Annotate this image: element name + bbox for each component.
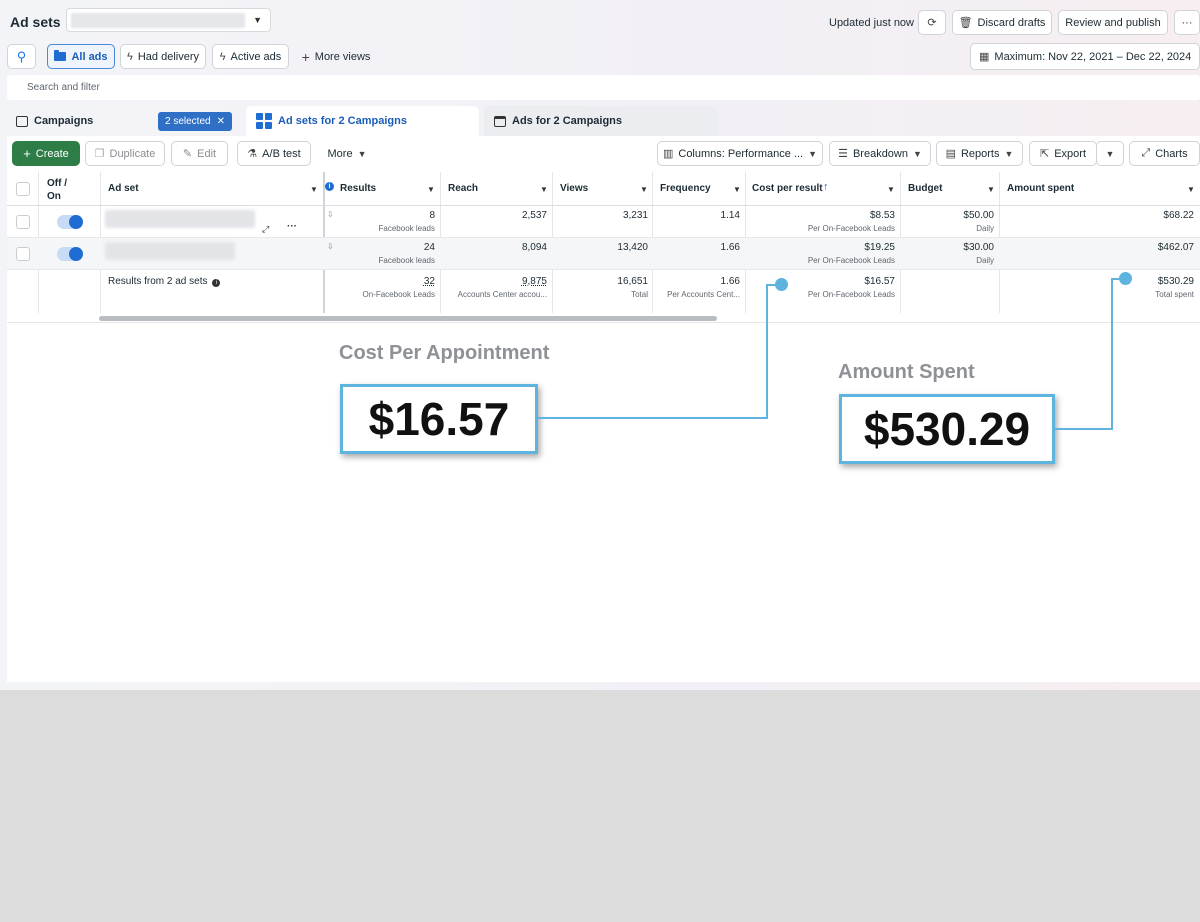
create-button[interactable]: + Create: [12, 141, 80, 166]
header-results[interactable]: Results: [340, 183, 376, 194]
chart-icon[interactable]: ⤢: [262, 224, 269, 235]
adset-toggle[interactable]: [57, 247, 83, 261]
reports-icon: ▤: [945, 148, 956, 160]
duplicate-button[interactable]: ❐ Duplicate: [85, 141, 165, 166]
adset-name-redacted[interactable]: [105, 210, 255, 228]
close-icon[interactable]: ✕: [217, 116, 225, 127]
header-cost-per-result[interactable]: Cost per result: [752, 183, 823, 194]
grid-icon: [256, 113, 272, 129]
totals-label: Results from 2 ad sets i: [108, 276, 221, 287]
tab-ads[interactable]: Ads for 2 Campaigns: [484, 106, 718, 136]
search-filter-input[interactable]: Search and filter: [7, 75, 1200, 100]
reports-button[interactable]: ▤ Reports ▼: [936, 141, 1023, 166]
adset-toggle[interactable]: [57, 215, 83, 229]
date-range-picker[interactable]: ▦ Maximum: Nov 22, 2021 – Dec 22, 2024 ▼: [970, 43, 1200, 70]
chart-icon: ⤢: [1141, 147, 1151, 159]
caret-down-icon[interactable]: ▼: [733, 185, 741, 194]
info-icon[interactable]: i: [212, 279, 221, 287]
breakdown-icon: ☰: [838, 148, 848, 160]
caret-down-icon[interactable]: ▼: [310, 185, 318, 194]
plus-icon: +: [23, 146, 31, 161]
select-all-checkbox[interactable]: [16, 182, 30, 196]
download-icon: ⇩: [327, 210, 334, 219]
more-button[interactable]: More ▼: [319, 141, 375, 166]
pencil-icon: ✎: [182, 148, 193, 160]
header-budget[interactable]: Budget: [908, 183, 942, 194]
plus-icon: +: [301, 48, 310, 65]
caret-down-icon: ▼: [1105, 148, 1115, 159]
more-icon[interactable]: ···: [287, 221, 297, 232]
edit-button[interactable]: ✎ Edit: [171, 141, 228, 166]
ab-test-button[interactable]: ⚗ A/B test: [237, 141, 311, 166]
more-views-button[interactable]: + More views: [295, 44, 377, 69]
folder-outline-icon: [16, 115, 28, 127]
header-frequency[interactable]: Frequency: [660, 183, 711, 194]
charts-button[interactable]: ⤢ Charts: [1129, 141, 1200, 166]
calendar-icon: ▦: [979, 51, 990, 63]
caret-down-icon: ▼: [1004, 148, 1014, 159]
sort-arrow-icon: ↑: [823, 181, 829, 193]
ads-manager-window: Ad sets ▼ Updated just now ⟳ 🗑 Discard d…: [0, 0, 1200, 690]
export-menu-button[interactable]: ▼: [1096, 141, 1124, 166]
caret-down-icon: ▼: [913, 148, 922, 159]
caret-down-icon: ▼: [357, 148, 367, 159]
header-adset[interactable]: Ad set: [108, 183, 139, 194]
selected-badge[interactable]: 2 selected ✕: [158, 112, 232, 131]
top-bar: Ad sets ▼ Updated just now ⟳ 🗑 Discard d…: [0, 0, 1200, 44]
row-checkbox[interactable]: [16, 215, 30, 229]
refresh-button[interactable]: ⟳: [918, 10, 946, 35]
window-icon: [494, 115, 506, 127]
updated-status: Updated just now: [829, 17, 914, 29]
duplicate-icon: ❐: [94, 148, 105, 160]
export-button[interactable]: ⇱ Export: [1029, 141, 1097, 166]
view-all-ads[interactable]: All ads: [47, 44, 115, 69]
review-publish-button[interactable]: Review and publish: [1058, 10, 1168, 35]
horizontal-scrollbar[interactable]: [99, 316, 717, 321]
folder-icon: [54, 50, 67, 61]
breakdown-button[interactable]: ☰ Breakdown ▼: [829, 141, 931, 166]
more-options-button[interactable]: ···: [1174, 10, 1200, 35]
lightning-icon: ϟ: [219, 50, 226, 63]
download-icon: ⇩: [327, 242, 334, 251]
caret-down-icon[interactable]: ▼: [887, 185, 895, 194]
caret-down-icon[interactable]: ▼: [1187, 185, 1195, 194]
lightning-icon: ϟ: [127, 50, 133, 63]
info-icon[interactable]: i: [325, 182, 334, 191]
caret-down-icon[interactable]: ▼: [987, 185, 995, 194]
amount-spent-callout: $530.29: [839, 394, 1055, 464]
export-icon: ⇱: [1039, 148, 1050, 160]
search-button[interactable]: ⚲: [7, 44, 36, 69]
amount-spent-label: Amount Spent: [838, 361, 975, 383]
caret-down-icon: ▼: [253, 15, 262, 25]
cost-per-appointment-label: Cost Per Appointment: [339, 342, 550, 364]
columns-button[interactable]: ▥ Columns: Performance ... ▼: [657, 141, 823, 166]
columns-icon: ▥: [662, 148, 674, 160]
caret-down-icon: ▼: [808, 148, 818, 159]
refresh-icon: ⟳: [927, 17, 937, 29]
view-active-ads[interactable]: ϟ Active ads: [212, 44, 289, 69]
row-checkbox[interactable]: [16, 247, 30, 261]
account-name-redacted: [71, 13, 245, 28]
header-amount-spent[interactable]: Amount spent: [1007, 183, 1074, 194]
adset-name-redacted[interactable]: [105, 242, 235, 260]
trash-icon: 🗑: [958, 17, 973, 29]
account-selector[interactable]: ▼: [66, 8, 271, 32]
view-had-delivery[interactable]: ϟ Had delivery: [120, 44, 206, 69]
caret-down-icon[interactable]: ▼: [640, 185, 648, 194]
header-reach[interactable]: Reach: [448, 183, 478, 194]
flask-icon: ⚗: [247, 148, 258, 160]
page-title: Ad sets: [10, 14, 61, 30]
cost-per-appointment-callout: $16.57: [340, 384, 538, 454]
tab-adsets[interactable]: Ad sets for 2 Campaigns: [246, 106, 479, 136]
caret-down-icon[interactable]: ▼: [540, 185, 548, 194]
discard-drafts-button[interactable]: 🗑 Discard drafts: [952, 10, 1052, 35]
caret-down-icon[interactable]: ▼: [427, 185, 435, 194]
search-icon: ⚲: [16, 48, 27, 64]
more-icon: ···: [1181, 16, 1193, 29]
header-views[interactable]: Views: [560, 183, 588, 194]
